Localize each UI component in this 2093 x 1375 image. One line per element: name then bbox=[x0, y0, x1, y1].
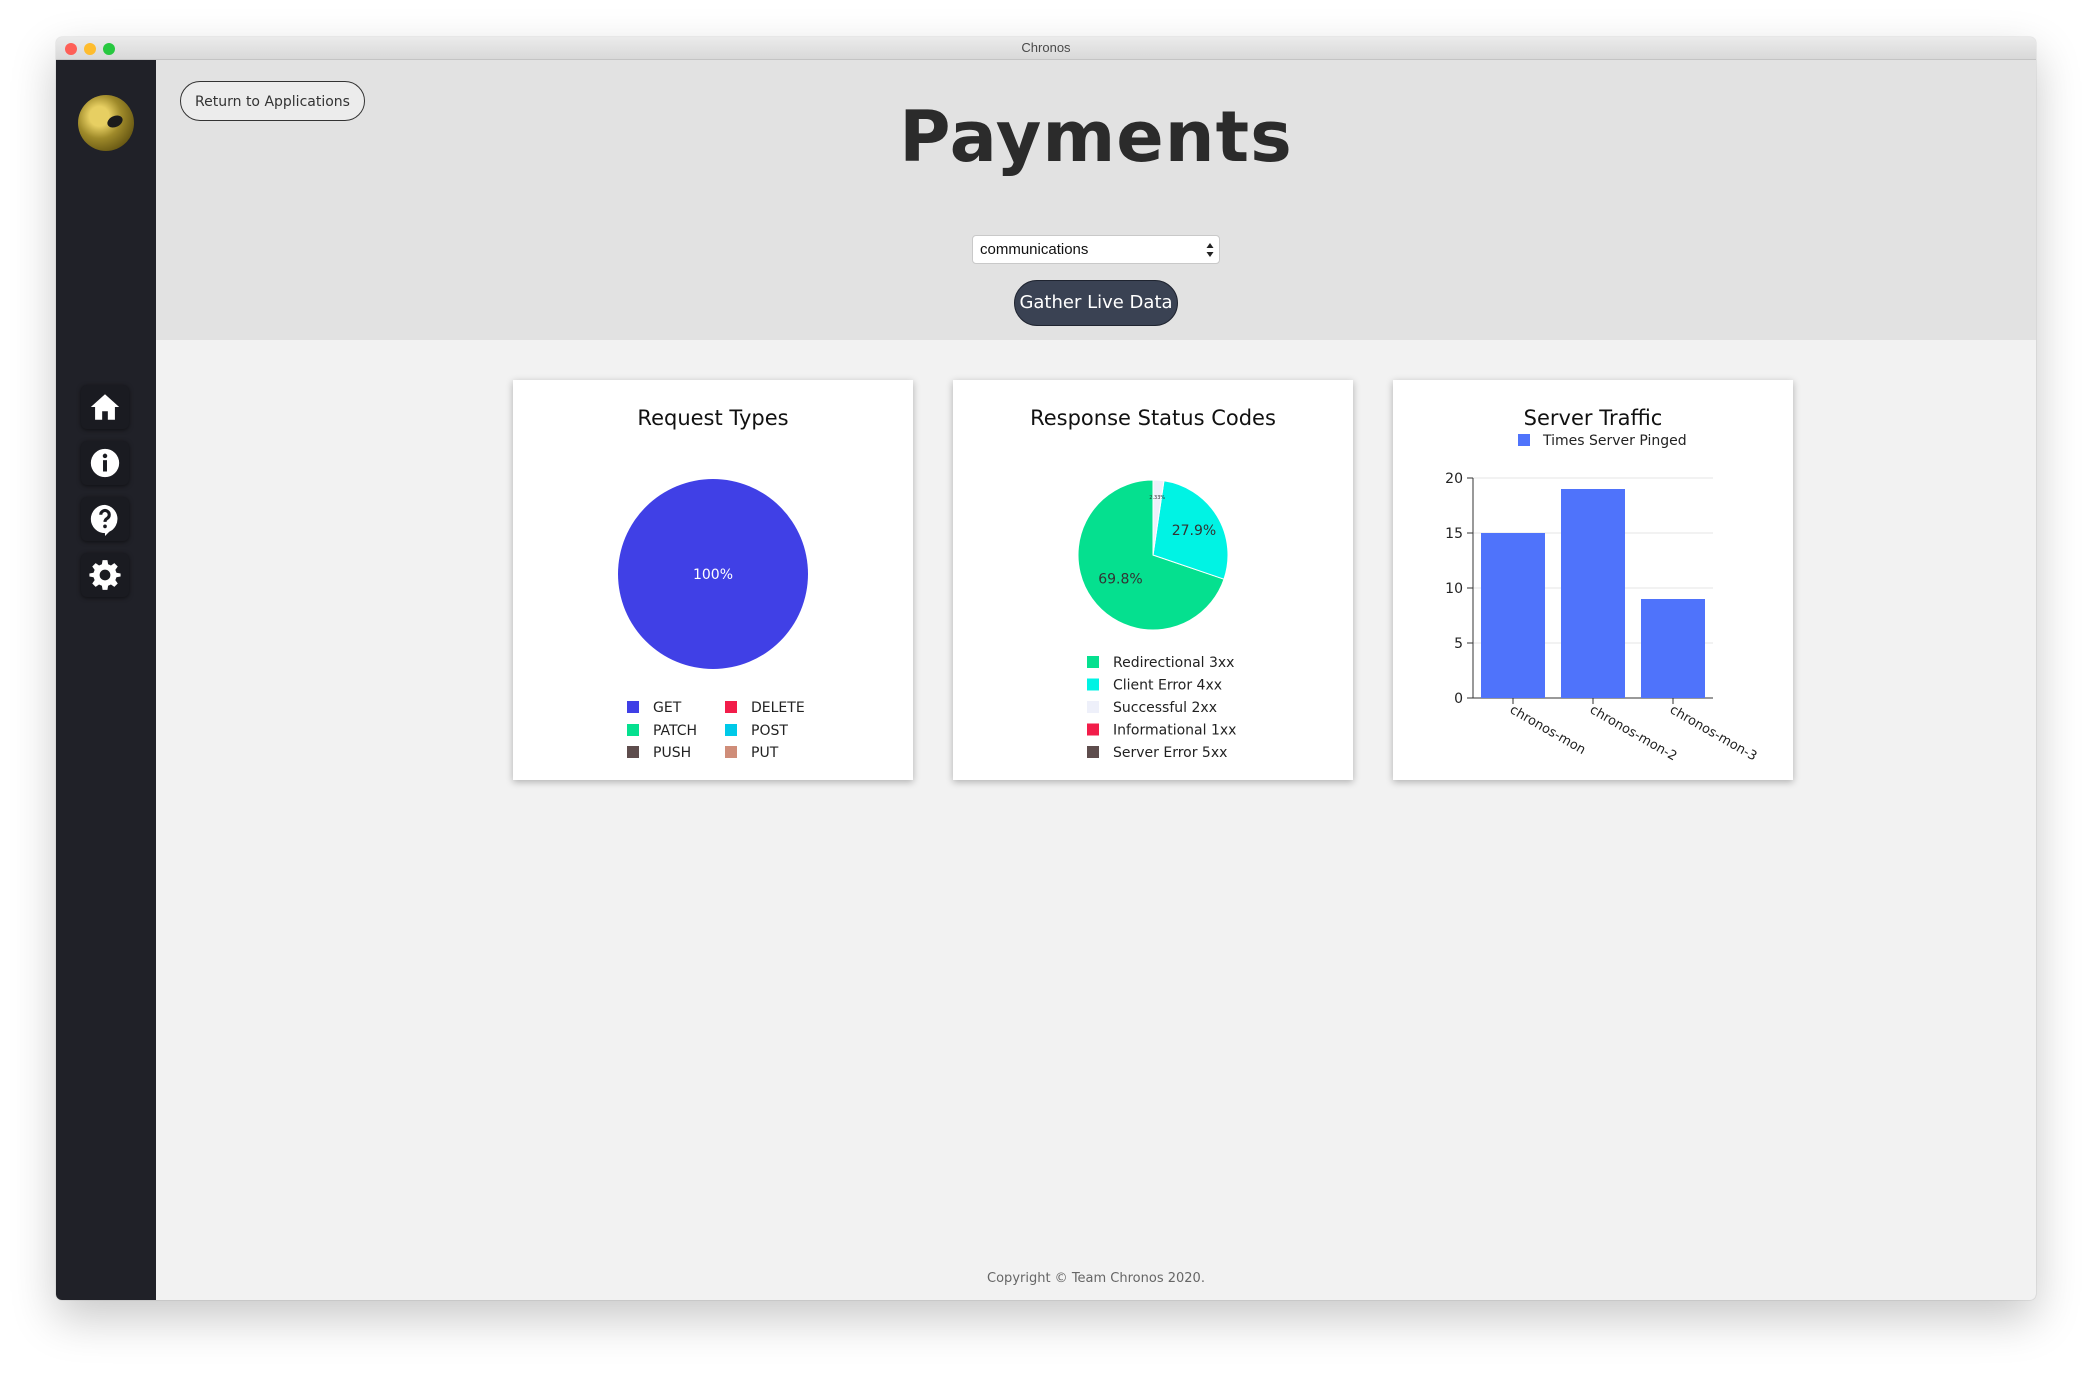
legend-swatch-put bbox=[725, 746, 737, 758]
y-tick-label: 15 bbox=[1445, 526, 1463, 542]
legend-label-redirectional-3xx: Redirectional 3xx bbox=[1113, 655, 1234, 671]
legend-label-server-error-5xx: Server Error 5xx bbox=[1113, 745, 1227, 761]
page-header: Return to Applications Payments communic… bbox=[156, 60, 2036, 340]
legend-swatch-push bbox=[627, 746, 639, 758]
response-status-card: Response Status Codes 69.8% 27.9% 2.33% Red… bbox=[953, 380, 1353, 780]
legend-label-delete: DELETE bbox=[751, 700, 805, 716]
legend-swatch-client-error-4xx bbox=[1087, 678, 1099, 691]
y-tick-label: 10 bbox=[1445, 581, 1463, 597]
bar-chronos-mon bbox=[1481, 533, 1545, 698]
legend-swatch-post bbox=[725, 724, 737, 736]
legend-label-push: PUSH bbox=[653, 745, 691, 761]
home-button[interactable] bbox=[81, 385, 129, 429]
pie-label-get: 100% bbox=[693, 567, 733, 583]
legend-swatch-successful-2xx bbox=[1087, 701, 1099, 713]
server-traffic-card: Server Traffic 0 5 10 15 20 chronos-mon chrono… bbox=[1393, 380, 1793, 780]
gear-icon bbox=[89, 560, 121, 590]
gather-live-data-button[interactable]: Gather Live Data bbox=[1014, 280, 1178, 326]
bar-chronos-mon-3 bbox=[1641, 599, 1705, 698]
legend-label-patch: PATCH bbox=[653, 723, 697, 739]
maximize-window-button[interactable] bbox=[103, 43, 115, 55]
request-types-chart: 100% GET DELETE PATCH POST PUSH PUT bbox=[618, 479, 808, 761]
legend-swatch-patch bbox=[627, 724, 639, 736]
server-traffic-chart: 0 5 10 15 20 chronos-monchronos-mon-2chronos-… bbox=[1445, 433, 1759, 764]
app-window: Chronos Return to Applications Payments … bbox=[56, 37, 2036, 1300]
bar-chronos-mon-2 bbox=[1561, 489, 1625, 698]
settings-button[interactable] bbox=[81, 553, 129, 597]
legend-swatch-get bbox=[627, 701, 639, 713]
legend-label-times-server-pinged: Times Server Pinged bbox=[1542, 433, 1687, 449]
minimize-window-button[interactable] bbox=[84, 43, 96, 55]
x-tick-label-chronos-mon-3: chronos-mon-3 bbox=[1667, 702, 1759, 764]
home-icon bbox=[90, 394, 120, 420]
legend-swatch-informational-1xx bbox=[1087, 723, 1099, 736]
x-tick-label-chronos-mon: chronos-mon bbox=[1507, 702, 1588, 757]
window-title: Chronos bbox=[1021, 40, 1071, 55]
legend-swatch-times-server-pinged bbox=[1518, 434, 1530, 446]
y-tick-label: 0 bbox=[1454, 691, 1463, 707]
help-icon bbox=[90, 504, 118, 536]
info-icon bbox=[90, 448, 120, 478]
legend-label-post: POST bbox=[751, 723, 788, 739]
legend-swatch-delete bbox=[725, 701, 737, 713]
legend-label-successful-2xx: Successful 2xx bbox=[1113, 700, 1217, 716]
info-button[interactable] bbox=[81, 441, 129, 485]
pie-label-redirectional-3xx: 69.8% bbox=[1098, 571, 1142, 587]
page-title: Payments bbox=[899, 96, 1293, 178]
legend-label-put: PUT bbox=[751, 745, 779, 761]
legend-swatch-redirectional-3xx bbox=[1087, 656, 1099, 668]
sidebar bbox=[56, 60, 156, 1300]
legend-swatch-server-error-5xx bbox=[1087, 746, 1099, 758]
copyright-text: Copyright © Team Chronos 2020. bbox=[987, 1271, 1205, 1286]
main-content: Return to Applications Payments communic… bbox=[156, 60, 2036, 1300]
legend-label-get: GET bbox=[653, 700, 682, 716]
chronos-logo bbox=[78, 95, 134, 151]
service-select-value: communications bbox=[980, 241, 1089, 258]
request-types-card: Request Types 100% GET DELETE PATCH POST PUSH… bbox=[513, 380, 913, 780]
select-arrows-icon bbox=[1206, 243, 1214, 257]
legend-label-informational-1xx: Informational 1xx bbox=[1113, 723, 1236, 739]
pie-label-successful-2xx: 2.33% bbox=[1149, 495, 1165, 501]
help-button[interactable] bbox=[81, 497, 129, 541]
legend-label-client-error-4xx: Client Error 4xx bbox=[1113, 678, 1222, 694]
close-window-button[interactable] bbox=[65, 43, 77, 55]
y-tick-label: 20 bbox=[1445, 471, 1463, 487]
title-bar: Chronos bbox=[56, 37, 2036, 60]
x-tick-label-chronos-mon-2: chronos-mon-2 bbox=[1587, 702, 1679, 764]
y-tick-label: 5 bbox=[1454, 636, 1463, 652]
response-status-chart: 69.8% 27.9% 2.33% Redirectional 3xx Client E… bbox=[1077, 479, 1236, 761]
service-select[interactable]: communications bbox=[972, 235, 1220, 264]
pie-label-client-error-4xx: 27.9% bbox=[1172, 523, 1216, 539]
